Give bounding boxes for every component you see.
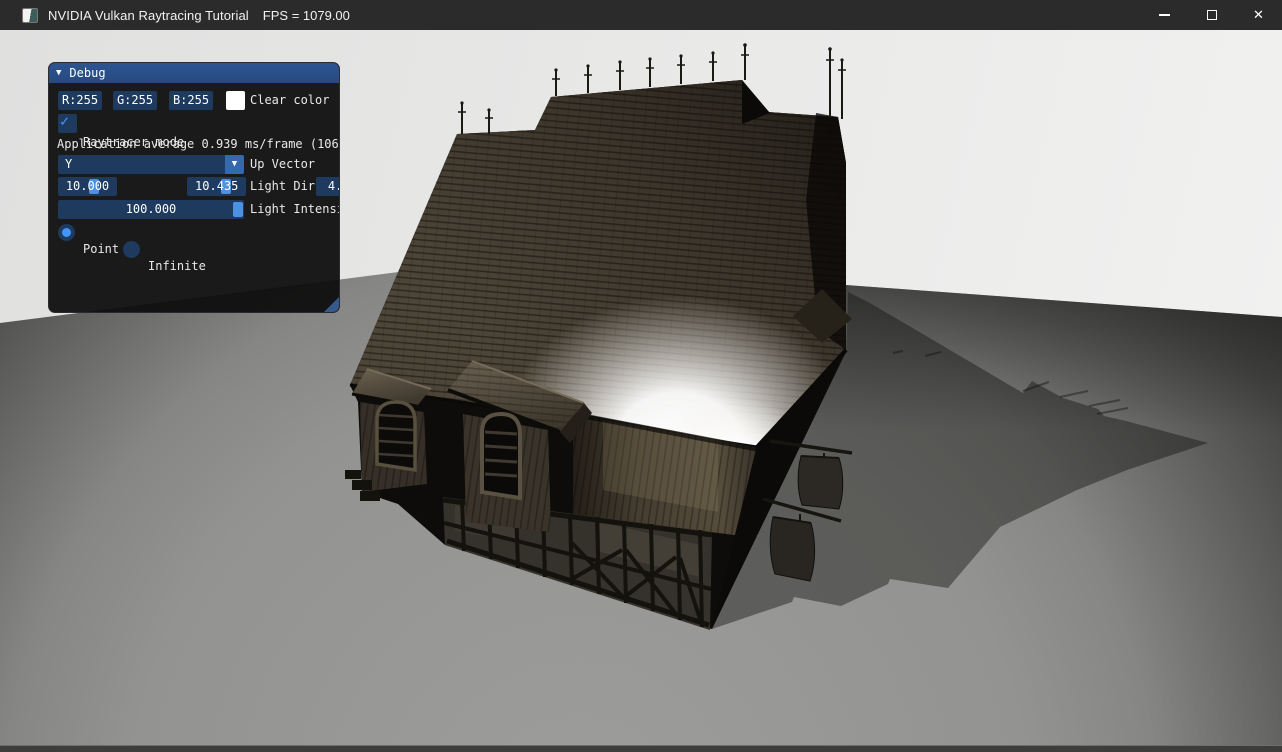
titlebar[interactable]: NVIDIA Vulkan Raytracing Tutorial FPS = … xyxy=(0,0,1282,30)
light-intensity-row: 100.000 Light Intensity xyxy=(49,200,339,219)
light-intensity-slider[interactable]: 100.000 xyxy=(58,200,244,219)
light-dir-row: 10.000 10.435 4.681 Light Dir xyxy=(49,177,339,196)
perf-text: Application average 0.939 ms/frame (1064 xyxy=(57,135,340,154)
ground-front-face xyxy=(0,746,1282,752)
clear-color-row: R:255 G:255 B:255 Clear color xyxy=(49,91,339,110)
app-icon xyxy=(22,8,38,23)
debug-panel-header[interactable]: ▼ Debug xyxy=(49,63,339,83)
point-radio[interactable] xyxy=(58,224,75,241)
lantern-upper xyxy=(798,456,843,509)
panel-resize-grip[interactable] xyxy=(324,297,339,312)
checkmark-icon: ✓ xyxy=(60,112,69,131)
combo-arrow-icon[interactable]: ▼ xyxy=(225,155,244,174)
close-button[interactable]: ✕ xyxy=(1235,0,1282,30)
up-vector-label: Up Vector xyxy=(250,155,315,174)
debug-panel-title: Debug xyxy=(69,66,105,80)
clear-color-swatch[interactable] xyxy=(226,91,245,110)
application-window: NVIDIA Vulkan Raytracing Tutorial FPS = … xyxy=(0,0,1282,752)
infinite-radio-label: Infinite xyxy=(148,257,206,276)
close-icon: ✕ xyxy=(1253,9,1264,22)
dormer-left-window xyxy=(377,402,415,470)
fps-counter: FPS = 1079.00 xyxy=(263,8,350,23)
clear-color-label: Clear color xyxy=(250,91,329,110)
minimize-button[interactable] xyxy=(1141,0,1188,30)
radio-dot xyxy=(62,228,71,237)
window-title: NVIDIA Vulkan Raytracing Tutorial xyxy=(48,8,249,23)
green-value-button[interactable]: G:255 xyxy=(113,91,157,110)
light-dir-x-drag[interactable]: 10.000 xyxy=(58,177,117,196)
point-radio-label: Point xyxy=(83,240,119,259)
maximize-icon xyxy=(1207,10,1217,20)
up-vector-row: Y ▼ Up Vector xyxy=(49,155,339,174)
light-intensity-label: Light Intensity xyxy=(250,200,340,219)
up-vector-value: Y xyxy=(58,155,244,174)
red-value-button[interactable]: R:255 xyxy=(58,91,102,110)
collapse-arrow-icon[interactable]: ▼ xyxy=(56,68,61,78)
raytracer-mode-checkbox[interactable]: ✓ xyxy=(58,114,77,133)
window-controls: ✕ xyxy=(1141,0,1282,30)
lantern-lower xyxy=(770,517,814,581)
debug-panel[interactable]: ▼ Debug R:255 G:255 B:255 Clear color ✓ … xyxy=(48,62,340,313)
slider-grab[interactable] xyxy=(233,202,243,217)
raytracer-row: ✓ Raytracer mode xyxy=(49,114,339,133)
light-dir-z-drag[interactable]: 4.681 xyxy=(316,177,340,196)
dormer-right-window xyxy=(482,414,520,498)
up-vector-combo[interactable]: Y ▼ xyxy=(58,155,244,174)
light-dir-y-drag[interactable]: 10.435 xyxy=(187,177,246,196)
light-type-row: Point Infinite xyxy=(49,223,339,242)
minimize-icon xyxy=(1159,14,1170,16)
light-dir-label: Light Dir xyxy=(250,177,315,196)
maximize-button[interactable] xyxy=(1188,0,1235,30)
blue-value-button[interactable]: B:255 xyxy=(169,91,213,110)
infinite-radio[interactable] xyxy=(123,241,140,258)
